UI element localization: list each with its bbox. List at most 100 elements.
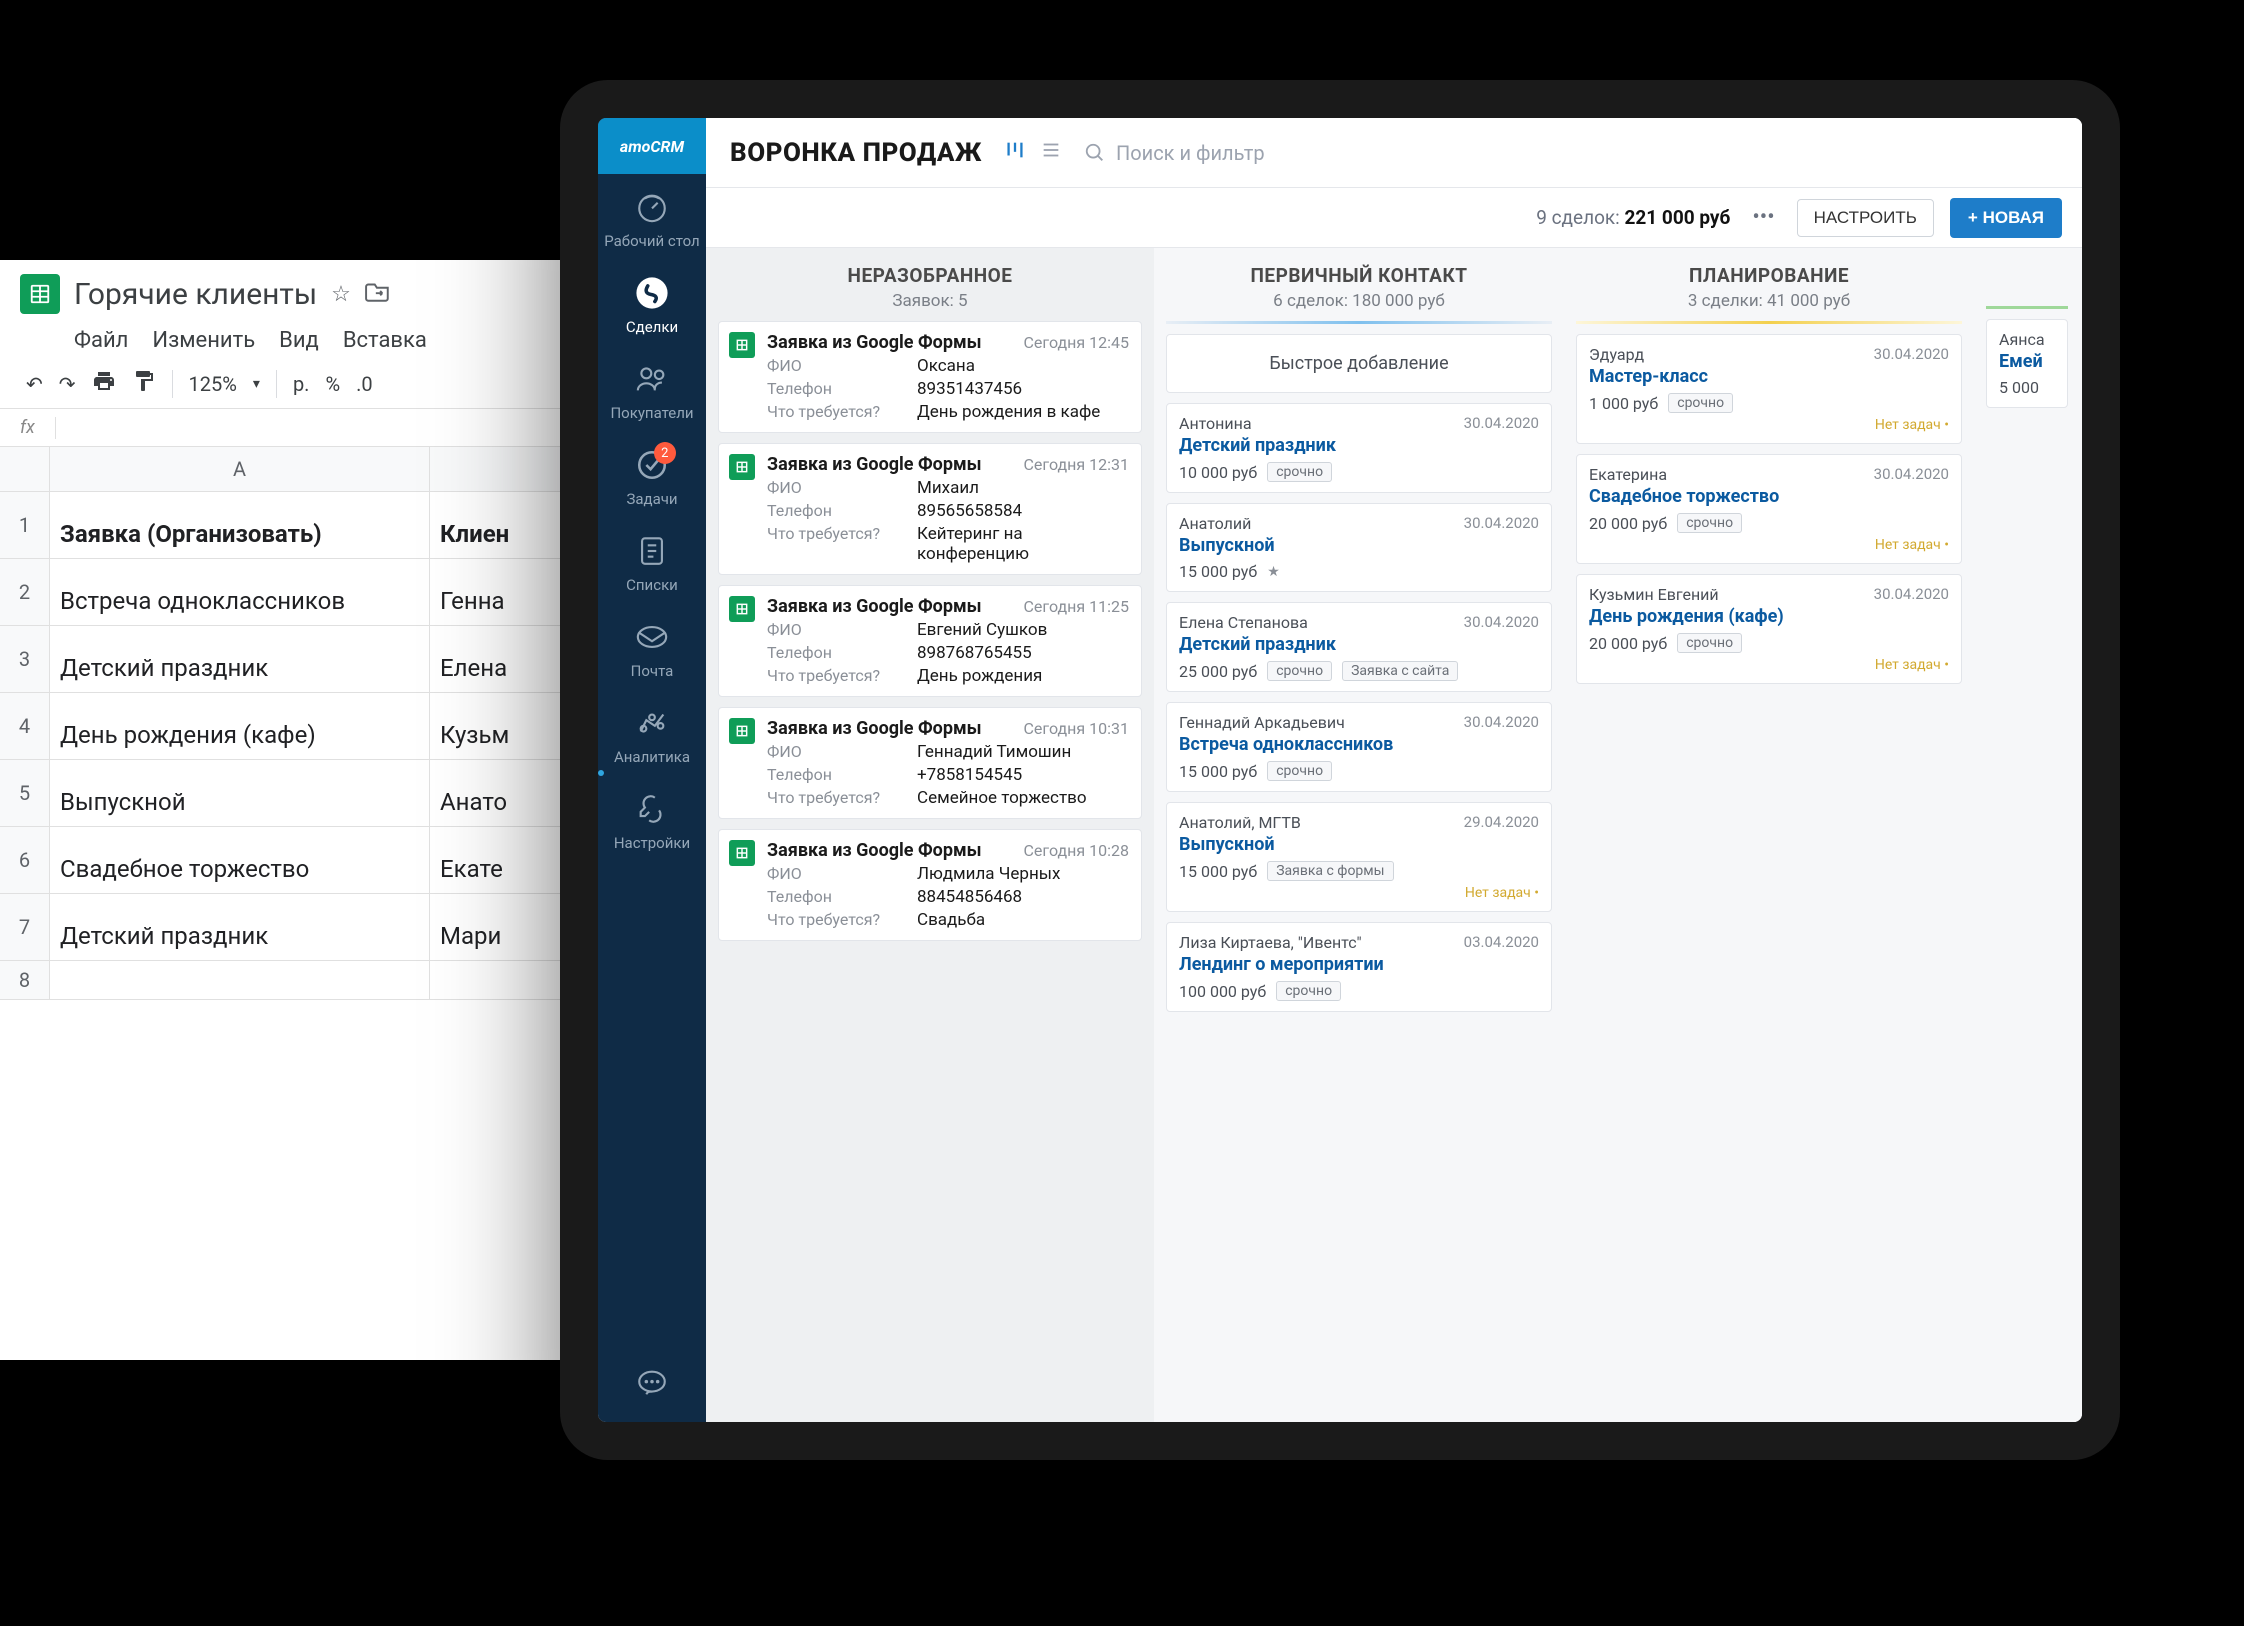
field-value: День рождения <box>917 666 1129 686</box>
chat-icon[interactable] <box>633 1364 671 1402</box>
cell[interactable]: День рождения (кафе) <box>50 693 430 760</box>
menu-view[interactable]: Вид <box>279 328 319 353</box>
deal-card[interactable]: Геннадий Аркадьевич30.04.2020 Встреча од… <box>1166 702 1552 792</box>
deal-card[interactable]: Эдуард30.04.2020 Мастер-класс 1 000 рубс… <box>1576 334 1962 444</box>
sheets-window: Горячие клиенты ☆ Файл Изменить Вид Вста… <box>0 260 600 1360</box>
field-value: Михаил <box>917 478 1129 498</box>
corner-cell[interactable] <box>0 447 50 492</box>
quick-add-button[interactable]: Быстрое добавление <box>1166 334 1552 393</box>
star-icon: ★ <box>1267 564 1280 580</box>
card-price: 25 000 руб <box>1179 662 1257 681</box>
tag: срочно <box>1677 513 1742 533</box>
deal-card[interactable]: Анатолий30.04.2020 Выпускной 15 000 руб★ <box>1166 503 1552 592</box>
search-field[interactable]: Поиск и фильтр <box>1084 141 2058 165</box>
field-label: ФИО <box>767 864 917 884</box>
deal-card[interactable]: Елена Степанова30.04.2020 Детский праздн… <box>1166 602 1552 692</box>
field-value: 89565658584 <box>917 501 1129 521</box>
sidebar-label: Покупатели <box>610 404 693 422</box>
row-header[interactable]: 1 <box>0 492 50 559</box>
menu-edit[interactable]: Изменить <box>152 328 255 353</box>
lead-card[interactable]: Заявка из Google ФормыСегодня 10:31 ФИОГ… <box>718 707 1142 819</box>
cell[interactable]: Детский праздник <box>50 626 430 693</box>
list-view-icon[interactable] <box>1040 139 1062 167</box>
lead-card[interactable]: Заявка из Google ФормыСегодня 10:28 ФИОЛ… <box>718 829 1142 941</box>
more-button[interactable]: ••• <box>1746 205 1780 230</box>
format-percent[interactable]: % <box>325 372 340 396</box>
card-title: Заявка из Google Формы <box>767 840 982 861</box>
topbar: ВОРОНКА ПРОДАЖ Поиск и фильтр <box>706 118 2082 188</box>
lead-card[interactable]: Заявка из Google ФормыСегодня 12:45 ФИОО… <box>718 321 1142 433</box>
card-person: Анатолий, МГТВ <box>1179 813 1301 832</box>
app-logo[interactable]: amoCRM <box>598 118 706 174</box>
deal-card[interactable]: Екатерина30.04.2020 Свадебное торжество … <box>1576 454 1962 564</box>
card-person: Лиза Киртаева, "Ивентс" <box>1179 933 1362 952</box>
row-header[interactable]: 8 <box>0 961 50 1000</box>
row-header[interactable]: 2 <box>0 559 50 626</box>
row-header[interactable]: 4 <box>0 693 50 760</box>
card-title: Емей <box>1999 351 2055 372</box>
card-person: Елена Степанова <box>1179 613 1308 632</box>
field-label: Телефон <box>767 765 917 785</box>
row-header[interactable]: 5 <box>0 760 50 827</box>
cell[interactable]: Встреча одноклассников <box>50 559 430 626</box>
field-value: 89351437456 <box>917 379 1129 399</box>
menu-insert[interactable]: Вставка <box>343 328 427 353</box>
format-decimal[interactable]: .0 <box>356 372 373 396</box>
sidebar-item-3[interactable]: Задачи2 <box>604 432 699 518</box>
sidebar-item-5[interactable]: Почта <box>604 604 699 690</box>
sidebar-item-4[interactable]: Списки <box>604 518 699 604</box>
sidebar-label: Сделки <box>626 318 678 336</box>
star-icon[interactable]: ☆ <box>331 282 351 307</box>
deal-card[interactable]: Аянса Емей 5 000 <box>1986 319 2068 408</box>
sidebar-label: Настройки <box>614 834 690 852</box>
row-header[interactable]: 3 <box>0 626 50 693</box>
row-header[interactable]: 6 <box>0 827 50 894</box>
card-time: Сегодня 12:45 <box>1024 333 1130 352</box>
card-title: Выпускной <box>1179 535 1539 556</box>
cell[interactable]: Свадебное торжество <box>50 827 430 894</box>
sidebar-item-1[interactable]: Сделки <box>604 260 699 346</box>
deal-card[interactable]: Лиза Киртаева, "Ивентс"03.04.2020 Лендин… <box>1166 922 1552 1012</box>
field-value: +7858154545 <box>917 765 1129 785</box>
format-currency[interactable]: р. <box>293 372 310 396</box>
sidebar-item-0[interactable]: Рабочий стол <box>604 174 699 260</box>
print-icon[interactable] <box>92 369 116 398</box>
row-header[interactable]: 7 <box>0 894 50 961</box>
card-title: Лендинг о мероприятии <box>1179 954 1539 975</box>
sidebar-icon <box>633 188 671 226</box>
sidebar-icon <box>633 532 671 570</box>
field-value: День рождения в кафе <box>917 402 1129 422</box>
field-value: 88454856468 <box>917 887 1129 907</box>
sidebar-label: Рабочий стол <box>604 232 699 250</box>
cell[interactable] <box>50 961 430 1000</box>
card-title: Детский праздник <box>1179 634 1539 655</box>
deal-card[interactable]: Антонина30.04.2020 Детский праздник 10 0… <box>1166 403 1552 493</box>
sidebar-item-2[interactable]: Покупатели <box>604 346 699 432</box>
configure-button[interactable]: НАСТРОИТЬ <box>1797 199 1934 237</box>
sidebar-icon <box>633 704 671 742</box>
cell[interactable]: Выпускной <box>50 760 430 827</box>
lead-card[interactable]: Заявка из Google ФормыСегодня 12:31 ФИОМ… <box>718 443 1142 575</box>
card-person: Аянса <box>1999 330 2045 349</box>
cell[interactable]: Заявка (Организовать) <box>50 492 430 559</box>
card-date: 30.04.2020 <box>1464 414 1539 433</box>
deal-card[interactable]: Кузьмин Евгений30.04.2020 День рождения … <box>1576 574 1962 684</box>
paint-format-icon[interactable] <box>132 369 156 398</box>
new-deal-button[interactable]: + НОВАЯ <box>1950 198 2062 238</box>
card-date: 30.04.2020 <box>1874 585 1949 604</box>
sidebar-item-7[interactable]: Настройки <box>604 776 699 862</box>
undo-icon[interactable]: ↶ <box>26 372 43 396</box>
zoom-select[interactable]: 125% <box>189 372 237 396</box>
redo-icon[interactable]: ↷ <box>59 372 76 396</box>
cell[interactable]: Детский праздник <box>50 894 430 961</box>
lead-card[interactable]: Заявка из Google ФормыСегодня 11:25 ФИОЕ… <box>718 585 1142 697</box>
formula-bar[interactable]: fx <box>0 409 600 447</box>
col-header-a[interactable]: A <box>50 447 430 492</box>
sidebar-item-6[interactable]: Аналитика <box>604 690 699 776</box>
sheets-title[interactable]: Горячие клиенты <box>74 277 317 312</box>
move-folder-icon[interactable] <box>365 280 391 308</box>
menu-file[interactable]: Файл <box>74 328 128 353</box>
kanban-view-icon[interactable] <box>1004 139 1026 167</box>
sidebar-label: Задачи <box>626 490 677 508</box>
deal-card[interactable]: Анатолий, МГТВ29.04.2020 Выпускной 15 00… <box>1166 802 1552 912</box>
